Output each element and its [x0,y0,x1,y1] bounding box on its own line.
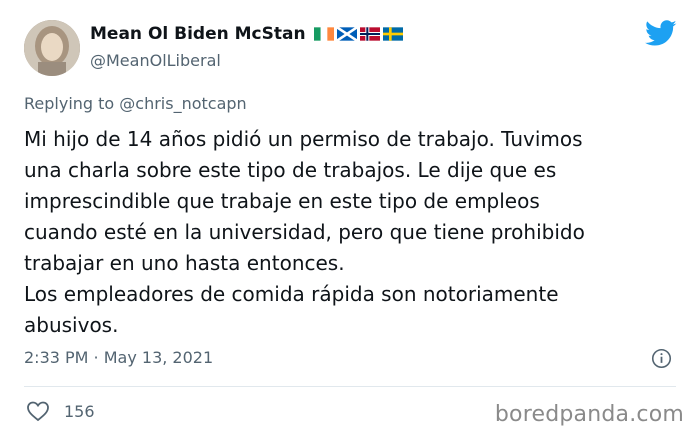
ireland-flag-icon [313,27,334,41]
twitter-bird-icon[interactable] [645,20,677,47]
tweet-timestamp[interactable]: 2:33 PM · May 13, 2021 [24,348,213,367]
scotland-flag-icon [336,27,357,41]
watermark: boredpanda.com [494,402,684,427]
author-handle[interactable]: @MeanOlLiberal [90,51,221,71]
sweden-flag-icon [382,27,403,41]
author-name[interactable]: Mean Ol Biden McStan [90,23,403,45]
divider [24,386,676,387]
info-icon[interactable] [651,348,672,369]
replying-to[interactable]: Replying to @chris_notcapn [24,94,247,113]
like-button[interactable]: 156 [26,400,95,422]
avatar-image [24,20,80,76]
heart-icon [27,401,49,422]
avatar[interactable] [24,20,80,76]
display-name-text: Mean Ol Biden McStan [90,24,306,44]
tweet-text: Mi hijo de 14 años pidió un permiso de t… [24,127,585,337]
flag-emojis [313,27,403,41]
like-count: 156 [64,401,95,421]
norway-flag-icon [359,27,380,41]
